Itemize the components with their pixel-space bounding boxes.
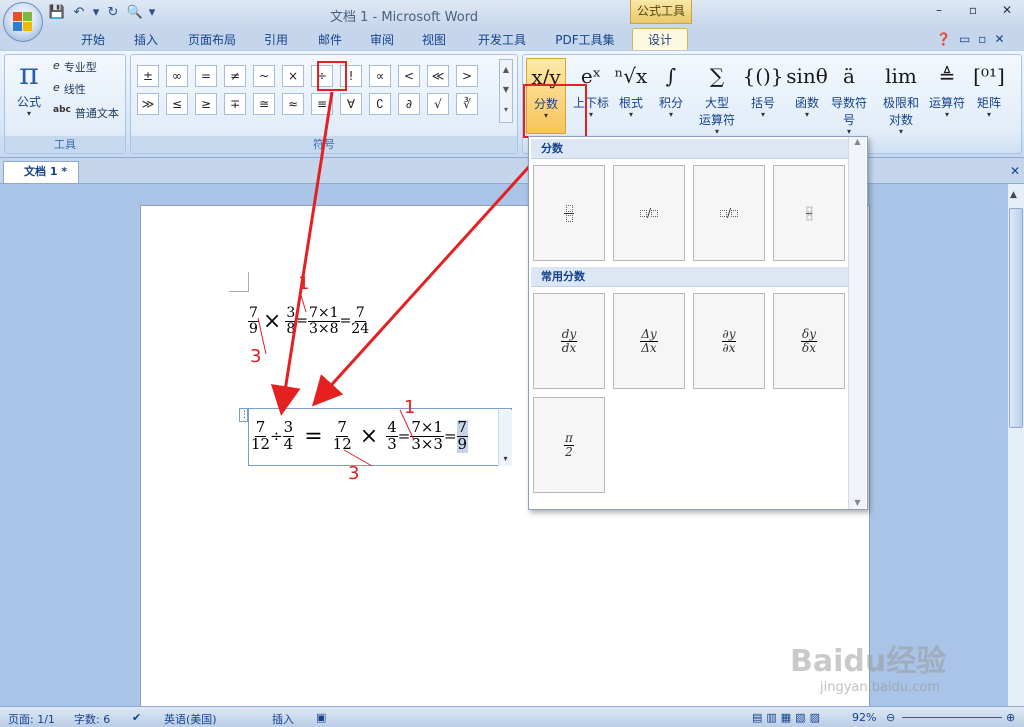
zoom-out-icon[interactable]: ⊖ bbox=[886, 711, 895, 724]
vertical-scrollbar[interactable]: ▲ bbox=[1007, 184, 1024, 706]
linear-fraction-item[interactable]: / bbox=[693, 165, 765, 261]
fraction-gallery: 分数 / / 常用分数 dy dx Δy Δx ∂y ∂x δy δx π2 bbox=[528, 136, 868, 510]
status-bar: 页面: 1/1 字数: 6 ✔ 英语(美国) 插入 ▣ ▤▥▦▧▨ 92% ⊖ … bbox=[0, 706, 1024, 727]
proofing-icon[interactable]: ✔ bbox=[132, 711, 141, 724]
language[interactable]: 英语(美国) bbox=[164, 711, 217, 727]
page-count[interactable]: 页面: 1/1 bbox=[8, 711, 55, 727]
annotation-arrows bbox=[257, 91, 557, 467]
scroll-up-icon[interactable]: ▲ bbox=[1010, 190, 1017, 200]
arrow-divide-to-equation bbox=[270, 91, 334, 416]
macro-record-icon[interactable]: ▣ bbox=[316, 711, 326, 724]
gallery-section-common: 常用分数 bbox=[531, 267, 849, 287]
zoom-in-icon[interactable]: ⊕ bbox=[1006, 711, 1015, 724]
baidu-watermark: Baidu经验 bbox=[790, 644, 947, 679]
office-button[interactable] bbox=[3, 2, 43, 42]
common-fraction-delta-y[interactable]: Δy Δx bbox=[613, 293, 685, 389]
eq2-strike-c bbox=[343, 449, 373, 467]
gallery-scrollbar[interactable]: ▲ ▼ bbox=[848, 137, 866, 509]
common-fraction-partial[interactable]: ∂y ∂x bbox=[693, 293, 765, 389]
eq1-strike-b bbox=[299, 291, 307, 313]
common-fraction-pi-over-2[interactable]: π2 bbox=[533, 397, 605, 493]
arrow-fraction-to-equation bbox=[311, 136, 557, 407]
small-fraction-item[interactable] bbox=[773, 165, 845, 261]
skewed-fraction-item[interactable]: / bbox=[613, 165, 685, 261]
gallery-section-fraction: 分数 bbox=[531, 139, 849, 159]
zoom-slider[interactable] bbox=[902, 717, 1002, 718]
word-count[interactable]: 字数: 6 bbox=[74, 711, 110, 727]
scroll-thumb[interactable] bbox=[1009, 208, 1023, 428]
office-logo-icon bbox=[13, 12, 33, 32]
common-fraction-dy-dx[interactable]: dy dx bbox=[533, 293, 605, 389]
watermark-url: jingyan.baidu.com bbox=[820, 680, 940, 695]
view-buttons[interactable]: ▤▥▦▧▨ bbox=[752, 711, 824, 724]
insert-mode[interactable]: 插入 bbox=[272, 711, 294, 727]
stacked-fraction-item[interactable] bbox=[533, 165, 605, 261]
eq2-strike-d bbox=[399, 409, 415, 441]
eq1-strike-a bbox=[257, 317, 267, 355]
common-fraction-small-delta[interactable]: δy δx bbox=[773, 293, 845, 389]
zoom-level[interactable]: 92% bbox=[852, 711, 876, 724]
